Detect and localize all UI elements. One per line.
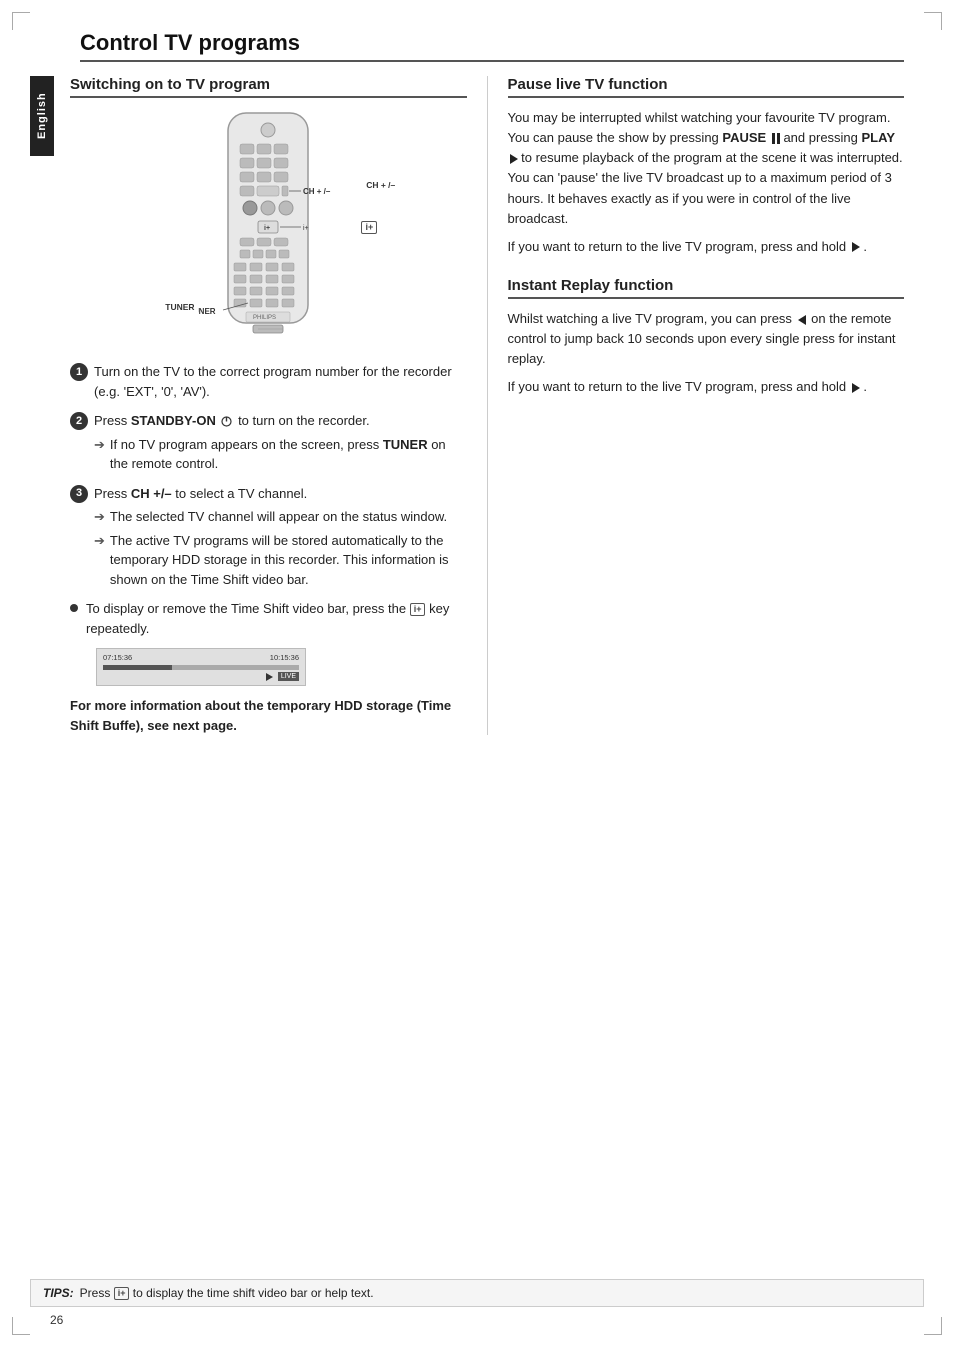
video-bar-fill (103, 665, 172, 670)
left-section-title: Switching on to TV program (70, 76, 467, 98)
corner-mark-br (924, 1317, 942, 1335)
video-bar-live-label: LIVE (278, 672, 299, 681)
play-triangle-3 (852, 383, 860, 393)
ch-label: CH + /– (366, 180, 395, 190)
instruction-num-1: 1 (70, 363, 88, 381)
english-tab: English (30, 76, 54, 156)
svg-text:PHILIPS: PHILIPS (253, 315, 276, 321)
pause-section: Pause live TV function You may be interr… (508, 76, 905, 257)
video-bar-display: 07:15:36 10:15:36 LIVE (96, 648, 467, 686)
tips-text: Press i+ to display the time shift video… (80, 1286, 374, 1300)
page-title: Control TV programs (80, 30, 904, 62)
tuner-label: TUNER (165, 302, 194, 312)
remote-svg: CH + /– i+ i+ (198, 108, 338, 348)
instruction-3-content: Press CH +/– to select a TV channel. ➔ T… (94, 484, 467, 590)
instruction-3-sub2: ➔ The active TV programs will be stored … (94, 531, 467, 590)
play-triangle-1 (510, 154, 518, 164)
instruction-2-content: Press STANDBY-ON to turn on the recorder… (94, 411, 467, 474)
svg-text:i+: i+ (303, 225, 309, 232)
instruction-1-content: Turn on the TV to the correct program nu… (94, 362, 467, 401)
instruction-1: 1 Turn on the TV to the correct program … (70, 362, 467, 401)
page: Control TV programs English Switching on… (0, 0, 954, 1347)
video-bar-bottom: LIVE (103, 672, 299, 682)
corner-mark-tl (12, 12, 30, 30)
video-bar-time-start: 07:15:36 (103, 653, 132, 662)
pause-para-1: You may be interrupted whilst watching y… (508, 108, 905, 229)
bullet-dot (70, 604, 78, 612)
video-bar-time-end: 10:15:36 (270, 653, 299, 662)
video-bar-play-icon (264, 672, 274, 682)
play-triangle-2 (852, 242, 860, 252)
pause-symbol (772, 133, 780, 144)
tips-label: TIPS: (43, 1286, 74, 1300)
instruction-bullet: To display or remove the Time Shift vide… (70, 599, 467, 638)
page-title-area: Control TV programs (30, 30, 904, 62)
instant-section-title: Instant Replay function (508, 277, 905, 299)
remote-image-area: CH + /– i+ i+ (70, 108, 467, 348)
svg-text:TUNER: TUNER (198, 307, 216, 316)
svg-text:CH + /–: CH + /– (303, 187, 331, 196)
left-column: Switching on to TV program (60, 76, 488, 735)
bullet-content: To display or remove the Time Shift vide… (86, 599, 467, 638)
pause-section-title: Pause live TV function (508, 76, 905, 98)
instruction-num-2: 2 (70, 412, 88, 430)
instruction-3-sub1: ➔ The selected TV channel will appear on… (94, 507, 467, 527)
instruction-3: 3 Press CH +/– to select a TV channel. ➔… (70, 484, 467, 590)
main-layout: English Switching on to TV program (30, 76, 904, 735)
corner-mark-tr (924, 12, 942, 30)
instant-replay-section: Instant Replay function Whilst watching … (508, 277, 905, 398)
page-number: 26 (50, 1313, 63, 1327)
right-column: Pause live TV function You may be interr… (488, 76, 905, 735)
tips-bar: TIPS: Press i+ to display the time shift… (30, 1279, 924, 1307)
svg-text:i+: i+ (264, 225, 270, 232)
instant-para-1: Whilst watching a live TV program, you c… (508, 309, 905, 369)
instruction-2-sub1: ➔ If no TV program appears on the screen… (94, 435, 467, 474)
iplus-bullet-icon: i+ (410, 603, 426, 616)
instruction-2: 2 Press STANDBY-ON to turn on the record… (70, 411, 467, 474)
corner-mark-bl (12, 1317, 30, 1335)
instruction-num-3: 3 (70, 485, 88, 503)
power-icon (221, 416, 232, 427)
pause-para-2: If you want to return to the live TV pro… (508, 237, 905, 257)
iplus-label: i+ (361, 221, 377, 234)
video-bar-track (103, 665, 299, 670)
english-tab-wrapper: English (30, 76, 60, 735)
tips-iplus-icon: i+ (114, 1287, 130, 1300)
instant-para-2: If you want to return to the live TV pro… (508, 377, 905, 397)
note-bold: For more information about the temporary… (70, 696, 467, 735)
back-triangle-1 (798, 315, 806, 325)
